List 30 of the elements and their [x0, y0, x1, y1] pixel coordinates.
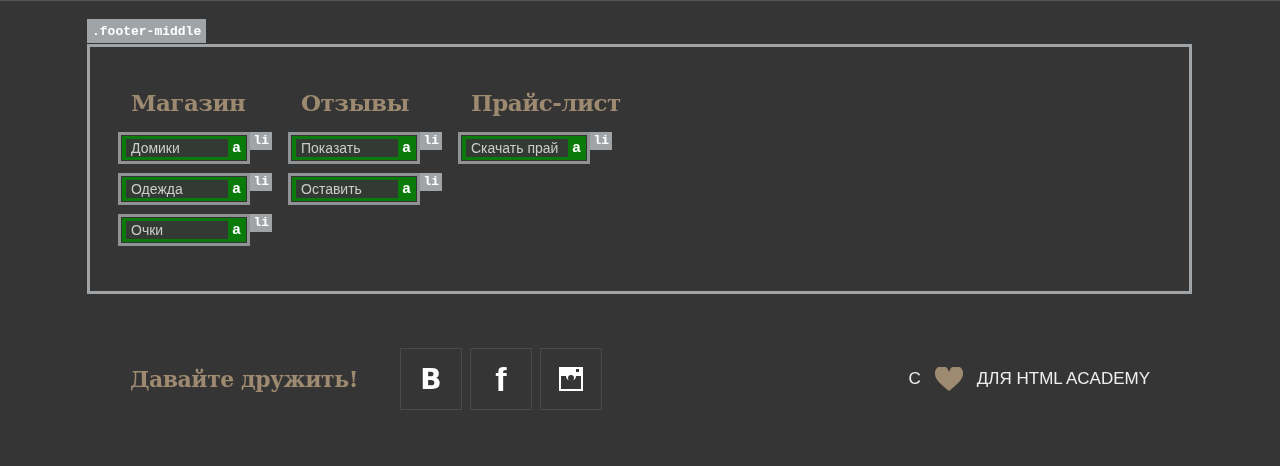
column-heading: Отзывы [301, 89, 410, 116]
camera-icon [559, 367, 583, 391]
tag-label: li [420, 173, 442, 191]
tag-label: li [250, 173, 272, 191]
tag-label: li [250, 132, 272, 150]
social-button[interactable]: В [400, 348, 462, 410]
tag-label: a [232, 221, 241, 239]
social-button[interactable]: f [470, 348, 532, 410]
tag-label: a [232, 180, 241, 198]
credit-text: С [908, 369, 921, 389]
tag-label: a [402, 180, 411, 198]
column-heading: Магазин [131, 89, 246, 116]
social-heading: Давайте дружить! [130, 366, 359, 392]
social-button[interactable] [540, 348, 602, 410]
footer-link[interactable]: Показать a [292, 136, 416, 160]
tag-label: li [250, 214, 272, 232]
tag-label: a [402, 139, 411, 157]
footer-link[interactable]: Одежда a [122, 177, 246, 201]
tag-label: a [572, 139, 581, 157]
tag-label: li [590, 132, 612, 150]
column-heading: Прайс-лист [471, 89, 621, 116]
footer-link[interactable]: Очки a [122, 218, 246, 242]
tag-label: a [232, 139, 241, 157]
credit-text: ДЛЯ HTML ACADEMY [976, 369, 1150, 389]
tag-label: li [420, 132, 442, 150]
footer-link[interactable]: Домики a [122, 136, 246, 160]
section-label: .footer-middle [87, 19, 207, 43]
footer-link[interactable]: Скачать прай a [462, 136, 586, 160]
heart-icon [934, 367, 963, 391]
footer-link[interactable]: Оставить a [292, 177, 416, 201]
